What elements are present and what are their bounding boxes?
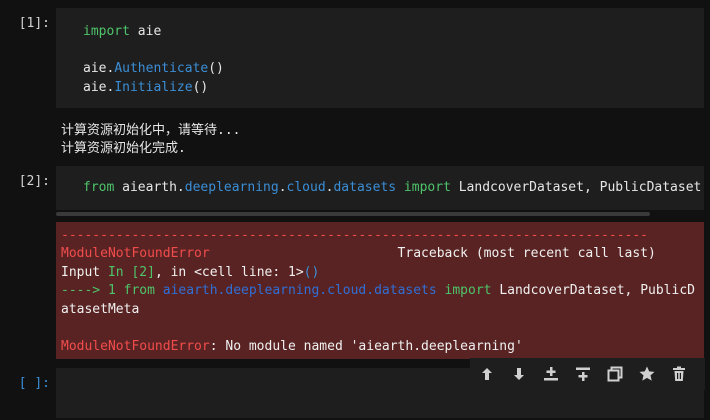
code-line: aie.Authenticate() — [83, 61, 224, 76]
insert-above-button[interactable] — [538, 362, 564, 386]
error-output: ----------------------------------------… — [56, 222, 704, 359]
cell-3-prompt: [ ]: — [18, 376, 50, 391]
error-text: : No module named 'aiearth.deeplearning' — [209, 339, 523, 354]
error-code-line: ----> 1 from aiearth.deeplearning.cloud.… — [61, 283, 695, 298]
star-button[interactable] — [634, 362, 660, 386]
keyword: import — [436, 283, 492, 298]
module-name: aiearth.deeplearning.cloud.datasets — [154, 283, 437, 298]
cell-line-label: <cell line: 1> — [194, 265, 304, 280]
error-header: ModuleNotFoundError Traceback (most rece… — [61, 246, 656, 261]
call-parens: () — [192, 80, 209, 95]
duplicate-button[interactable] — [602, 362, 628, 386]
module-part: aiearth. — [114, 180, 185, 195]
paren: () — [303, 265, 320, 280]
error-location: Input In [2], in <cell line: 1>() — [61, 265, 319, 280]
keyword: from — [83, 180, 115, 195]
horizontal-scrollbar[interactable] — [56, 212, 650, 216]
cell-2-prompt: [2]: — [18, 174, 50, 189]
code-line: from aiearth.deeplearning.cloud.datasets… — [83, 180, 701, 195]
code-line: import aie — [83, 24, 161, 39]
error-separator: ----------------------------------------… — [61, 228, 648, 243]
move-down-button[interactable] — [506, 362, 532, 386]
function-name: Initialize — [114, 80, 193, 95]
delete-button[interactable] — [666, 362, 692, 386]
input-label: Input — [61, 265, 108, 280]
code-line: aie.Initialize() — [83, 80, 208, 95]
module-part: cloud — [286, 180, 326, 195]
keyword: import — [396, 180, 451, 195]
insert-below-button[interactable] — [570, 362, 596, 386]
cell-toolbar — [470, 358, 705, 390]
function-name: Authenticate — [114, 61, 209, 76]
module-part: datasets — [333, 180, 397, 195]
module-name: aie — [129, 24, 162, 39]
keyword: import — [83, 24, 130, 39]
duplicate-icon — [607, 366, 623, 382]
imported-names: LandcoverDataset, PublicD — [491, 283, 695, 298]
module-dot: . — [278, 180, 287, 195]
imported-names: LandcoverDataset, PublicDataset — [450, 180, 702, 195]
trash-icon — [673, 366, 685, 381]
error-name: ModuleNotFoundError — [61, 339, 210, 354]
cell-1-input[interactable]: import aie aie.Authenticate() aie.Initia… — [56, 8, 704, 108]
error-code-wrap: atasetMeta — [61, 302, 140, 317]
in-rest: , in — [154, 265, 195, 280]
move-down-icon — [514, 368, 524, 380]
error-message: ModuleNotFoundError: No module named 'ai… — [61, 339, 523, 354]
keyword: from — [115, 283, 155, 298]
insert-below-icon — [576, 367, 590, 381]
cell-1-prompt: [1]: — [18, 16, 50, 31]
cell-1-output-line: 计算资源初始化中，请等待... — [61, 123, 241, 138]
module-part: deeplearning — [184, 180, 279, 195]
move-up-icon — [482, 368, 492, 380]
insert-above-icon — [544, 367, 558, 381]
object-name: aie. — [83, 80, 115, 95]
cell-2-input[interactable]: from aiearth.deeplearning.cloud.datasets… — [56, 166, 704, 210]
traceback-label: Traceback (most recent call last) — [209, 246, 656, 261]
move-up-button[interactable] — [474, 362, 500, 386]
star-icon — [639, 366, 655, 381]
arrow: ----> 1 — [61, 283, 116, 298]
object-name: aie. — [83, 61, 115, 76]
call-parens: () — [208, 61, 224, 76]
cell-1-output-line: 计算资源初始化完成. — [61, 141, 186, 156]
in-label: In [2] — [107, 265, 155, 280]
error-name: ModuleNotFoundError — [61, 246, 210, 261]
